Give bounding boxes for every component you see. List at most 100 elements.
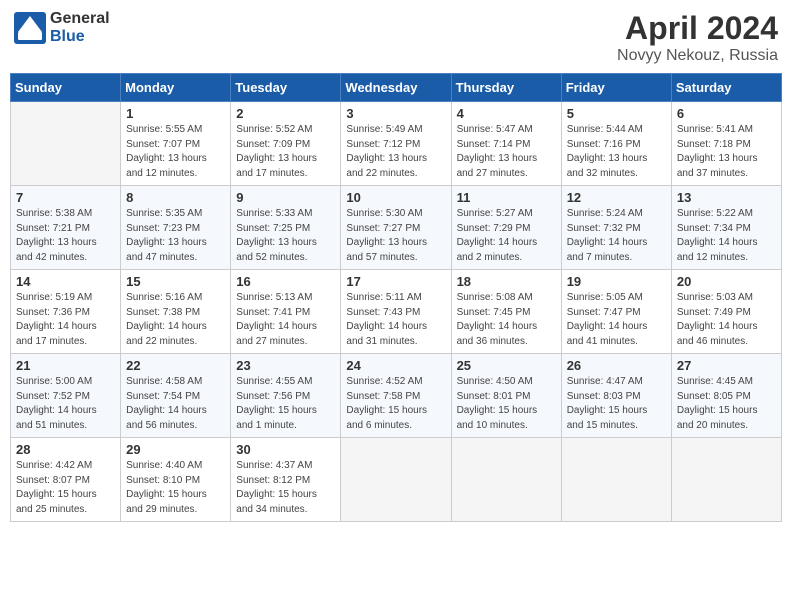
calendar-cell xyxy=(451,438,561,522)
day-number: 30 xyxy=(236,442,335,457)
day-number: 23 xyxy=(236,358,335,373)
day-number: 8 xyxy=(126,190,225,205)
calendar-cell: 25 Sunrise: 4:50 AM Sunset: 8:01 PM Dayli… xyxy=(451,354,561,438)
header-cell-sunday: Sunday xyxy=(11,74,121,102)
calendar-week-0: 1 Sunrise: 5:55 AM Sunset: 7:07 PM Daylig… xyxy=(11,102,782,186)
calendar-cell: 21 Sunrise: 5:00 AM Sunset: 7:52 PM Dayli… xyxy=(11,354,121,438)
logo-icon xyxy=(14,12,46,44)
day-number: 20 xyxy=(677,274,776,289)
calendar-cell: 2Sunrise: 5:52 AM Sunset: 7:09 PM Daylig… xyxy=(231,102,341,186)
day-number: 26 xyxy=(567,358,666,373)
calendar-cell xyxy=(561,438,671,522)
calendar-week-2: 14Sunrise: 5:19 AM Sunset: 7:36 PM Dayli… xyxy=(11,270,782,354)
calendar-cell: 28 Sunrise: 4:42 AM Sunset: 8:07 PM Dayli… xyxy=(11,438,121,522)
day-number: 12 xyxy=(567,190,666,205)
day-info: Sunrise: 5:16 AM Sunset: 7:38 PM Dayligh… xyxy=(126,291,225,349)
calendar-cell: 5 Sunrise: 5:44 AM Sunset: 7:16 PM Daylig… xyxy=(561,102,671,186)
day-number: 25 xyxy=(457,358,556,373)
day-info: Sunrise: 4:52 AM Sunset: 7:58 PM Dayligh… xyxy=(346,375,445,433)
day-info: Sunrise: 5:30 AM Sunset: 7:27 PM Dayligh… xyxy=(346,207,445,265)
header-cell-monday: Monday xyxy=(121,74,231,102)
day-info: Sunrise: 5:49 AM Sunset: 7:12 PM Dayligh… xyxy=(346,123,445,181)
day-number: 18 xyxy=(457,274,556,289)
calendar-cell: 9Sunrise: 5:33 AM Sunset: 7:25 PM Daylig… xyxy=(231,186,341,270)
calendar-cell xyxy=(341,438,451,522)
calendar-table: SundayMondayTuesdayWednesdayThursdayFrid… xyxy=(10,73,782,522)
day-info: Sunrise: 5:41 AM Sunset: 7:18 PM Dayligh… xyxy=(677,123,776,181)
calendar-cell: 11Sunrise: 5:27 AM Sunset: 7:29 PM Dayli… xyxy=(451,186,561,270)
day-info: Sunrise: 4:37 AM Sunset: 8:12 PM Dayligh… xyxy=(236,459,335,517)
day-info: Sunrise: 5:05 AM Sunset: 7:47 PM Dayligh… xyxy=(567,291,666,349)
calendar-cell xyxy=(671,438,781,522)
calendar-cell: 26 Sunrise: 4:47 AM Sunset: 8:03 PM Dayli… xyxy=(561,354,671,438)
day-number: 22 xyxy=(126,358,225,373)
day-number: 14 xyxy=(16,274,115,289)
day-info: Sunrise: 5:11 AM Sunset: 7:43 PM Dayligh… xyxy=(346,291,445,349)
logo-blue: Blue xyxy=(50,28,85,45)
day-info: Sunrise: 5:00 AM Sunset: 7:52 PM Dayligh… xyxy=(16,375,115,433)
day-info: Sunrise: 4:40 AM Sunset: 8:10 PM Dayligh… xyxy=(126,459,225,517)
day-number: 21 xyxy=(16,358,115,373)
calendar-cell: 12 Sunrise: 5:24 AM Sunset: 7:32 PM Dayli… xyxy=(561,186,671,270)
day-info: Sunrise: 4:47 AM Sunset: 8:03 PM Dayligh… xyxy=(567,375,666,433)
calendar-cell: 30 Sunrise: 4:37 AM Sunset: 8:12 PM Dayli… xyxy=(231,438,341,522)
calendar-cell: 3Sunrise: 5:49 AM Sunset: 7:12 PM Daylig… xyxy=(341,102,451,186)
day-info: Sunrise: 5:44 AM Sunset: 7:16 PM Dayligh… xyxy=(567,123,666,181)
calendar-cell: 10 Sunrise: 5:30 AM Sunset: 7:27 PM Dayli… xyxy=(341,186,451,270)
day-number: 13 xyxy=(677,190,776,205)
calendar-body: 1 Sunrise: 5:55 AM Sunset: 7:07 PM Daylig… xyxy=(11,102,782,522)
day-info: Sunrise: 5:38 AM Sunset: 7:21 PM Dayligh… xyxy=(16,207,115,265)
day-number: 19 xyxy=(567,274,666,289)
day-info: Sunrise: 5:55 AM Sunset: 7:07 PM Dayligh… xyxy=(126,123,225,181)
calendar-cell: 17 Sunrise: 5:11 AM Sunset: 7:43 PM Dayli… xyxy=(341,270,451,354)
calendar-cell: 23Sunrise: 4:55 AM Sunset: 7:56 PM Dayli… xyxy=(231,354,341,438)
calendar-cell: 6 Sunrise: 5:41 AM Sunset: 7:18 PM Daylig… xyxy=(671,102,781,186)
day-info: Sunrise: 5:35 AM Sunset: 7:23 PM Dayligh… xyxy=(126,207,225,265)
day-number: 11 xyxy=(457,190,556,205)
day-number: 5 xyxy=(567,106,666,121)
day-number: 17 xyxy=(346,274,445,289)
calendar-cell: 1 Sunrise: 5:55 AM Sunset: 7:07 PM Daylig… xyxy=(121,102,231,186)
day-info: Sunrise: 5:24 AM Sunset: 7:32 PM Dayligh… xyxy=(567,207,666,265)
day-number: 2 xyxy=(236,106,335,121)
day-number: 6 xyxy=(677,106,776,121)
day-info: Sunrise: 4:50 AM Sunset: 8:01 PM Dayligh… xyxy=(457,375,556,433)
logo-general: General xyxy=(50,10,110,27)
day-info: Sunrise: 5:22 AM Sunset: 7:34 PM Dayligh… xyxy=(677,207,776,265)
calendar-cell: 13 Sunrise: 5:22 AM Sunset: 7:34 PM Dayli… xyxy=(671,186,781,270)
calendar-cell: 4 Sunrise: 5:47 AM Sunset: 7:14 PM Daylig… xyxy=(451,102,561,186)
header-cell-tuesday: Tuesday xyxy=(231,74,341,102)
day-number: 1 xyxy=(126,106,225,121)
calendar-cell: 29 Sunrise: 4:40 AM Sunset: 8:10 PM Dayli… xyxy=(121,438,231,522)
title-area: April 2024 Novyy Nekouz, Russia xyxy=(617,10,778,65)
day-number: 15 xyxy=(126,274,225,289)
calendar-cell: 20 Sunrise: 5:03 AM Sunset: 7:49 PM Dayli… xyxy=(671,270,781,354)
day-info: Sunrise: 5:13 AM Sunset: 7:41 PM Dayligh… xyxy=(236,291,335,349)
calendar-cell: 18 Sunrise: 5:08 AM Sunset: 7:45 PM Dayli… xyxy=(451,270,561,354)
day-number: 16 xyxy=(236,274,335,289)
calendar-week-3: 21 Sunrise: 5:00 AM Sunset: 7:52 PM Dayli… xyxy=(11,354,782,438)
day-number: 4 xyxy=(457,106,556,121)
day-number: 7 xyxy=(16,190,115,205)
day-number: 29 xyxy=(126,442,225,457)
day-info: Sunrise: 5:47 AM Sunset: 7:14 PM Dayligh… xyxy=(457,123,556,181)
header: General Blue April 2024 Novyy Nekouz, Ru… xyxy=(10,10,782,65)
calendar-cell: 15 Sunrise: 5:16 AM Sunset: 7:38 PM Dayli… xyxy=(121,270,231,354)
calendar-cell: 27Sunrise: 4:45 AM Sunset: 8:05 PM Dayli… xyxy=(671,354,781,438)
calendar-week-4: 28 Sunrise: 4:42 AM Sunset: 8:07 PM Dayli… xyxy=(11,438,782,522)
day-info: Sunrise: 4:58 AM Sunset: 7:54 PM Dayligh… xyxy=(126,375,225,433)
day-info: Sunrise: 4:45 AM Sunset: 8:05 PM Dayligh… xyxy=(677,375,776,433)
calendar-cell: 22 Sunrise: 4:58 AM Sunset: 7:54 PM Dayli… xyxy=(121,354,231,438)
header-cell-saturday: Saturday xyxy=(671,74,781,102)
day-info: Sunrise: 5:03 AM Sunset: 7:49 PM Dayligh… xyxy=(677,291,776,349)
day-info: Sunrise: 5:08 AM Sunset: 7:45 PM Dayligh… xyxy=(457,291,556,349)
calendar-subtitle: Novyy Nekouz, Russia xyxy=(617,47,778,65)
day-number: 28 xyxy=(16,442,115,457)
day-info: Sunrise: 4:42 AM Sunset: 8:07 PM Dayligh… xyxy=(16,459,115,517)
header-row: SundayMondayTuesdayWednesdayThursdayFrid… xyxy=(11,74,782,102)
header-cell-thursday: Thursday xyxy=(451,74,561,102)
day-number: 10 xyxy=(346,190,445,205)
calendar-cell: 24Sunrise: 4:52 AM Sunset: 7:58 PM Dayli… xyxy=(341,354,451,438)
calendar-cell xyxy=(11,102,121,186)
header-cell-friday: Friday xyxy=(561,74,671,102)
